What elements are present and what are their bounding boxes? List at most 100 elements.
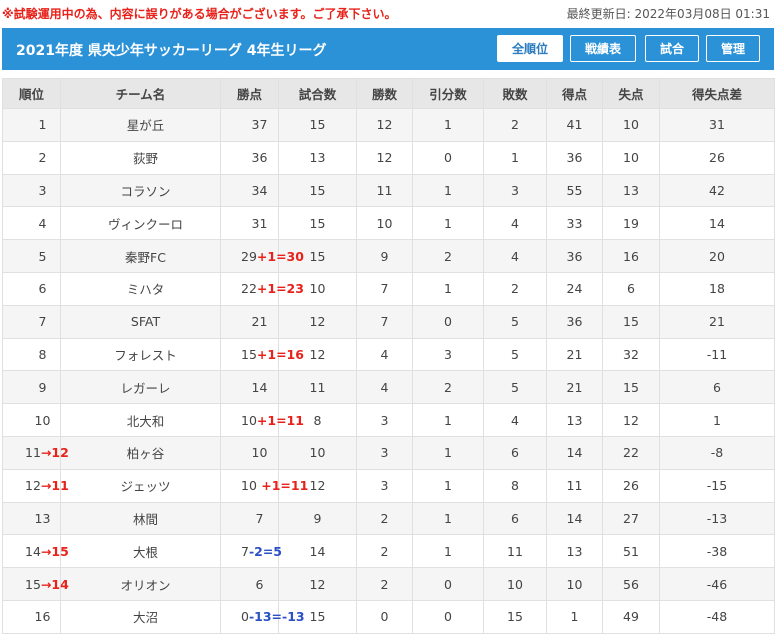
goals-for-cell-value: 14: [566, 445, 583, 461]
goal-difference-cell-value: 20: [709, 248, 725, 264]
lost-cell: 8: [483, 468, 547, 503]
won-cell: 12: [356, 140, 413, 175]
lost-cell-value: 4: [511, 412, 519, 428]
drawn-cell-value: 0: [444, 314, 452, 330]
won-cell-value: 9: [380, 248, 389, 264]
points-adjustment: -13=-13: [248, 609, 305, 625]
rank-cell: 5: [2, 239, 61, 273]
lost-cell: 5: [483, 304, 547, 339]
team-name-cell-value: 荻野: [132, 151, 158, 167]
drawn-cell-value: 0: [444, 576, 452, 592]
nav-admin-button[interactable]: 管理: [706, 35, 760, 62]
rank-cell-value: 11: [25, 445, 41, 461]
won-cell-value: 4: [380, 346, 389, 362]
goals-for-cell-value: 13: [566, 412, 583, 428]
nav-matches-button[interactable]: 試合: [645, 35, 699, 62]
lost-cell-value: 1: [511, 150, 519, 166]
goals-for-cell: 36: [546, 140, 603, 175]
goal-difference-cell-value: 18: [709, 281, 725, 297]
goals-against-cell-value: 13: [623, 182, 639, 198]
table-header-row: 順位 チーム名 勝点 試合数 勝数 引分数 敗数 得点 失点 得失点差: [2, 78, 775, 109]
points-cell-value: 36: [251, 150, 268, 166]
column-header-goal-difference: 得失点差: [659, 78, 775, 109]
won-cell: 2: [356, 567, 413, 601]
team-name-cell-value: SFAT: [130, 314, 161, 330]
team-name-cell-value: 林間: [132, 511, 158, 527]
goals-for-cell: 11: [546, 468, 603, 503]
won-cell: 7: [356, 304, 413, 339]
goals-against-cell: 26: [602, 468, 660, 503]
goals-for-cell-value: 21: [566, 346, 583, 362]
team-name-cell: 大根: [60, 534, 221, 569]
goal-difference-cell: 18: [659, 271, 775, 306]
lost-cell: 15: [483, 599, 547, 634]
points-cell-value: 21: [251, 314, 268, 330]
played-cell: 11: [278, 370, 357, 405]
won-cell-value: 7: [380, 281, 389, 297]
points-cell-value: 10: [241, 478, 257, 494]
goals-for-cell: 24: [546, 271, 603, 306]
won-cell: 12: [356, 108, 413, 142]
lost-cell: 6: [483, 435, 547, 470]
drawn-cell: 1: [412, 435, 484, 470]
points-adjustment: -2=5: [248, 543, 283, 559]
goals-against-cell-value: 51: [623, 543, 639, 559]
drawn-cell: 2: [412, 370, 484, 405]
played-cell-value: 15: [309, 182, 326, 198]
drawn-cell: 0: [412, 567, 484, 601]
table-row: 16 大沼 0-13=-13 15 0 0 15 1 49 -48: [2, 599, 775, 634]
drawn-cell-value: 2: [444, 379, 452, 395]
points-adjustment: +1=11: [256, 412, 304, 428]
top-bar: ※試験運用中の為、内容に誤りがある場合がございます。ご了承下さい。 最終更新日:…: [0, 0, 776, 26]
lost-cell: 11: [483, 534, 547, 569]
team-name-cell: オリオン: [60, 567, 221, 601]
rank-cell-value: 10: [34, 412, 51, 428]
goals-against-cell: 6: [602, 271, 660, 306]
won-cell-value: 7: [380, 314, 389, 330]
goals-against-cell: 15: [602, 370, 660, 405]
drawn-cell-value: 1: [444, 215, 452, 231]
goals-against-cell: 49: [602, 599, 660, 634]
points-cell: 14: [220, 370, 279, 405]
goals-for-cell: 55: [546, 173, 603, 208]
drawn-cell: 1: [412, 501, 484, 536]
table-row: 6 ミハタ 22+1=23 10 7 1 2 24 6 18: [2, 271, 775, 306]
lost-cell-value: 5: [511, 379, 519, 395]
rank-cell: 11→12: [2, 435, 69, 470]
drawn-cell-value: 3: [444, 346, 452, 362]
drawn-cell: 0: [412, 140, 484, 175]
goals-against-cell: 19: [602, 206, 660, 241]
lost-cell-value: 2: [511, 117, 519, 133]
lost-cell-value: 4: [511, 248, 519, 264]
rank-cell: 14→15: [2, 534, 69, 569]
goal-difference-cell: -13: [659, 501, 775, 536]
goal-difference-cell: -15: [659, 468, 775, 503]
last-updated: 最終更新日: 2022年03月08日 01:31: [566, 7, 770, 21]
won-cell-value: 2: [380, 576, 389, 592]
lost-cell-value: 15: [507, 609, 523, 625]
drawn-cell: 3: [412, 337, 484, 372]
points-cell-value: 7: [255, 510, 264, 526]
goal-difference-cell-value: -13: [706, 510, 728, 526]
drawn-cell-value: 1: [444, 445, 452, 461]
goals-for-cell-value: 36: [566, 150, 583, 166]
played-cell-value: 9: [313, 510, 322, 526]
drawn-cell-value: 2: [444, 248, 452, 264]
nav-results-table-button[interactable]: 戦績表: [570, 35, 636, 62]
table-row: 14→15 大根 7-2=5 14 2 1 11 13 51 -38: [2, 534, 775, 569]
goals-for-cell-value: 14: [566, 510, 583, 526]
points-cell-value: 6: [255, 576, 264, 592]
goal-difference-cell-value: 31: [709, 117, 725, 133]
goals-against-cell-value: 56: [623, 576, 639, 592]
league-header: 2021年度 県央少年サッカーリーグ 4年生リーグ 全順位 戦績表 試合 管理: [2, 28, 774, 70]
team-name-cell-value: ヴィンクーロ: [107, 216, 183, 232]
goals-for-cell: 21: [546, 337, 603, 372]
goals-against-cell-value: 16: [623, 248, 639, 264]
team-name-cell-value: 星が丘: [126, 118, 165, 134]
drawn-cell-value: 1: [444, 543, 452, 559]
played-cell: 15: [278, 108, 357, 142]
table-row: 9 レガーレ 14 11 4 2 5 21 15 6: [2, 370, 775, 405]
nav-all-standings-button[interactable]: 全順位: [497, 35, 563, 62]
won-cell-value: 4: [380, 379, 389, 395]
team-name-cell-value: オリオン: [120, 577, 171, 593]
